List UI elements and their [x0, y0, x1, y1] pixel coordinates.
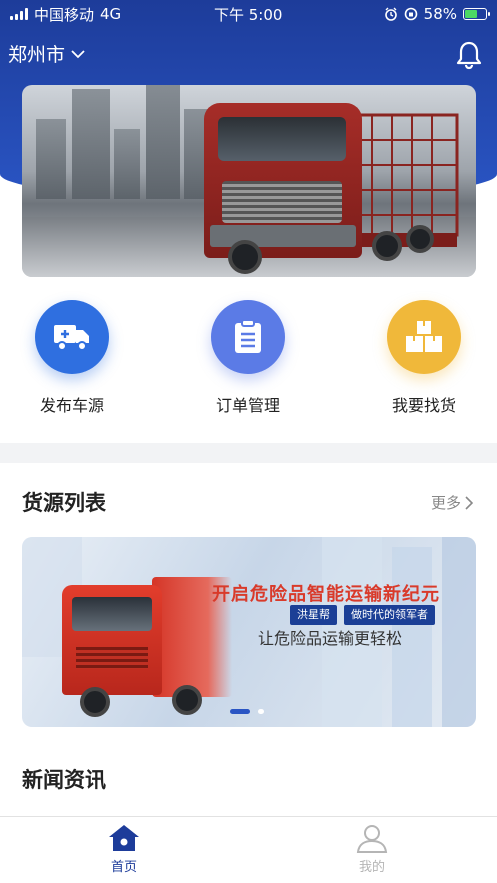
tab-label: 我的 [358, 860, 385, 875]
cargo-list-title: 货源列表 [22, 491, 106, 515]
signal-icon [10, 8, 28, 20]
quick-action-circle [211, 300, 285, 374]
bell-icon [456, 41, 482, 70]
clock: 下午 5:00 [214, 5, 283, 24]
quick-action-find-cargo[interactable]: 我要找货 [354, 300, 494, 416]
alarm-icon [384, 7, 397, 21]
home-icon [109, 825, 139, 851]
promo-tag: 做时代的领军者 [344, 605, 435, 625]
clipboard-icon [235, 319, 261, 353]
network-type: 4G [100, 5, 122, 23]
quick-action-publish-vehicle[interactable]: 发布车源 [2, 300, 142, 416]
carrier-name: 中国移动 [34, 5, 95, 24]
boxes-icon [406, 321, 442, 352]
orientation-lock-icon [404, 7, 417, 21]
quick-action-orders[interactable]: 订单管理 [178, 300, 318, 416]
top-banner[interactable] [22, 85, 476, 277]
truck-icon [54, 325, 89, 351]
tab-profile[interactable]: 我的 [322, 823, 422, 875]
quick-action-label: 我要找货 [391, 396, 456, 415]
quick-action-circle [35, 300, 109, 374]
notification-button[interactable] [455, 40, 483, 70]
carousel-indicator-active [230, 709, 250, 714]
promo-headline: 开启危险品智能运输新纪元 [212, 584, 440, 605]
more-label: 更多 [430, 494, 461, 512]
battery-percent: 58% [423, 5, 457, 23]
status-bar: 中国移动 4G 下午 5:00 58% [0, 0, 497, 28]
promo-subline: 让危险品运输更轻松 [258, 629, 403, 648]
user-icon [356, 825, 388, 853]
battery-icon [463, 8, 490, 20]
carousel-indicator [258, 709, 264, 714]
chevron-right-icon [465, 495, 473, 510]
tab-bar: 首页 我的 [0, 816, 497, 883]
chevron-down-icon [71, 49, 85, 58]
quick-action-circle [387, 300, 461, 374]
quick-action-label: 发布车源 [39, 396, 104, 415]
section-divider [0, 443, 497, 463]
tab-home[interactable]: 首页 [74, 823, 174, 875]
news-title: 新闻资讯 [22, 768, 106, 792]
tab-label: 首页 [110, 860, 137, 875]
more-link[interactable]: 更多 [431, 492, 473, 513]
truck-cargo-rack [352, 113, 459, 247]
quick-action-label: 订单管理 [215, 396, 280, 415]
city-selector[interactable]: 郑州市 [8, 40, 85, 67]
promo-banner[interactable]: 开启危险品智能运输新纪元 洪星帮 做时代的领军者 让危险品运输更轻松 [22, 537, 476, 727]
promo-tag: 洪星帮 [290, 605, 337, 625]
city-name: 郑州市 [8, 44, 66, 66]
quick-actions: 发布车源 订单管理 我要找货 [0, 300, 497, 420]
